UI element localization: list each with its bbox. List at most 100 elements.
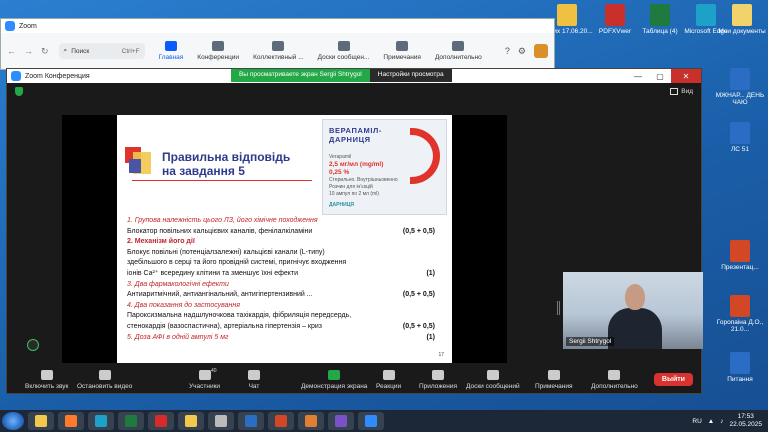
pack-name-line-1: ВЕРАПАМІЛ- — [329, 126, 382, 135]
taskbar-settings[interactable] — [208, 412, 234, 430]
pack-solution: Розчин для ін'єкцій — [329, 184, 373, 190]
slide-line-text: Блокатор повільних кальцієвих каналів, ф… — [127, 227, 313, 235]
tab-label: Доски сообщен... — [317, 54, 370, 61]
tab-5[interactable]: Дополнительно — [435, 41, 482, 61]
slide-line: Пароксизмальна надшлуночкова тахікардія,… — [127, 311, 447, 322]
back-arrow-icon[interactable]: ← — [7, 46, 16, 57]
more-button[interactable]: Дополнительно — [591, 370, 638, 390]
excel-icon — [125, 415, 137, 427]
search-box[interactable]: ⌕ Поиск Ctrl+F — [58, 43, 145, 59]
desktop-icon-label: Таблица (4) — [642, 28, 678, 35]
stop-video-button[interactable]: Остановить видео — [77, 370, 132, 390]
zoom-main-right: ? ⚙ — [505, 44, 548, 58]
language-indicator[interactable]: RU — [692, 418, 701, 425]
score-label: (0,5 + 0,5) — [402, 227, 435, 235]
view-options-button[interactable]: Настройки просмотра — [369, 69, 452, 82]
pack-name: ВЕРАПАМІЛ- ДАРНИЦЯ — [329, 126, 382, 144]
desktop-icon[interactable]: МЖНАР... ДЕНЬ ЧАЮ — [714, 68, 766, 106]
volume-icon[interactable]: ♪ — [720, 418, 723, 425]
panel-resize-handle[interactable] — [557, 301, 560, 315]
tab-2[interactable]: Коллективный ... — [253, 41, 304, 61]
taskbar-apps — [24, 412, 384, 430]
toolbar-label: Реакции — [376, 383, 402, 390]
pack-dose-2: 0,25 % — [329, 169, 350, 176]
settings-icon[interactable]: ⚙ — [518, 46, 526, 57]
desktop-icon[interactable]: Питання — [714, 352, 766, 383]
close-button[interactable]: ✕ — [671, 69, 701, 83]
leave-button[interactable]: Выйти — [653, 373, 693, 386]
slide-line: 4. Два показання до застосування — [127, 301, 447, 312]
shield-icon[interactable] — [15, 86, 23, 96]
meeting-window: Zoom Конференция Вы просматриваете экран… — [6, 68, 703, 394]
file-icon — [696, 4, 716, 26]
tab-icon — [212, 41, 225, 51]
search-icon: ⌕ — [63, 47, 68, 54]
slide-line-text: 2. Механізм його дії — [127, 238, 195, 246]
annotate-pencil-icon[interactable] — [27, 339, 39, 351]
avatar[interactable] — [534, 44, 548, 58]
taskbar-powerpoint[interactable] — [268, 412, 294, 430]
desktop-icon[interactable]: Мои документы — [716, 4, 768, 35]
zoom-logo-icon — [11, 71, 21, 81]
file-icon — [730, 352, 750, 374]
slide-line: здебільшого в серці та його провідній си… — [127, 258, 447, 269]
reactions-button[interactable]: Реакции — [376, 370, 401, 390]
slide-line-text: 3. Два фармакологічні ефекти — [127, 280, 229, 288]
slide-line-text: іонів Ca²⁺ всередину клітини та зменшує … — [127, 269, 299, 277]
drug-package-image: ВЕРАПАМІЛ- ДАРНИЦЯ Verapamil 2,5 мг/мл (… — [322, 119, 447, 215]
history-icon[interactable]: ↻ — [41, 46, 49, 57]
whiteboards-button[interactable]: Доски сообщений — [466, 370, 520, 390]
desktop-icon[interactable]: ЛС 51 — [714, 122, 766, 153]
toolbar-label: Участники — [189, 383, 221, 390]
taskbar-zoom[interactable] — [358, 412, 384, 430]
toolbar-label: Приложения — [419, 383, 458, 390]
grid-icon — [670, 87, 679, 95]
slide-line: стенокардія (вазоспастична), артеріальна… — [127, 322, 447, 333]
slide-title-line-1: Правильна відповідь — [162, 150, 291, 164]
desktop-icon[interactable]: Горопаіна Д.О., 21.0... — [714, 295, 766, 333]
notes-button[interactable]: Примечания — [535, 370, 573, 390]
meeting-toolbar: Выйти Включить звук Остановить видео 40 Уча… — [7, 363, 701, 393]
view-button[interactable]: Вид — [670, 87, 693, 95]
taskbar-edge[interactable] — [88, 412, 114, 430]
participant-video[interactable]: Sergii Shtrygol — [563, 272, 703, 349]
apps-icon — [432, 370, 445, 380]
slide-line-text: 4. Два показання до застосування — [127, 301, 240, 309]
help-icon[interactable]: ? — [505, 46, 510, 56]
apps-button[interactable]: Приложения — [419, 370, 457, 390]
clock[interactable]: 17:53 22.05.2025 — [729, 413, 762, 429]
taskbar-chrome[interactable] — [178, 412, 204, 430]
participants-button[interactable]: 40 Участники — [189, 368, 221, 390]
zoom-main-window: Zoom ← → ↻ ⌕ Поиск Ctrl+F Главная Конфере… — [0, 18, 555, 70]
file-icon — [730, 122, 750, 144]
taskbar-paint[interactable] — [298, 412, 324, 430]
desktop-icon-label: МЖНАР... ДЕНЬ ЧАЮ — [715, 92, 765, 106]
tab-label: Главная — [158, 54, 184, 61]
slide-line: 2. Механізм його дії — [127, 237, 447, 248]
minimize-button[interactable]: — — [627, 69, 649, 83]
desktop-icon[interactable]: Презентац... — [714, 240, 766, 271]
meeting-topbar: Вид — [7, 83, 701, 99]
start-button[interactable] — [2, 412, 24, 430]
slide-line: 1. Групова належність цього ЛЗ, його хім… — [127, 216, 447, 227]
share-screen-button[interactable]: Демонстрация экрана — [301, 370, 367, 390]
share-banner: Вы просматриваете экран Sergii Shtrygol … — [231, 69, 452, 82]
taskbar-explorer[interactable] — [28, 412, 54, 430]
taskbar-excel[interactable] — [118, 412, 144, 430]
taskbar-viber[interactable] — [328, 412, 354, 430]
chat-button[interactable]: Чат — [248, 370, 260, 390]
taskbar-firefox[interactable] — [58, 412, 84, 430]
slide-line: Блокує повільні (потенціалзалежні) кальц… — [127, 248, 447, 259]
tab-4[interactable]: Примечания — [383, 41, 421, 61]
forward-arrow-icon[interactable]: → — [24, 46, 33, 57]
taskbar-word[interactable] — [238, 412, 264, 430]
maximize-button[interactable]: ▢ — [649, 69, 671, 83]
unmute-button[interactable]: Включить звук — [25, 370, 68, 390]
taskbar-opera[interactable] — [148, 412, 174, 430]
tray-arrow-icon[interactable]: ▲ — [708, 418, 714, 425]
tab-1[interactable]: Конференции — [197, 41, 239, 61]
tab-0[interactable]: Главная — [158, 41, 184, 61]
slide-line: Антиаритмічний, антиангінальний, антигіп… — [127, 290, 447, 301]
tab-3[interactable]: Доски сообщен... — [317, 41, 370, 61]
desktop-icon[interactable]: Таблица (4) — [634, 4, 686, 35]
